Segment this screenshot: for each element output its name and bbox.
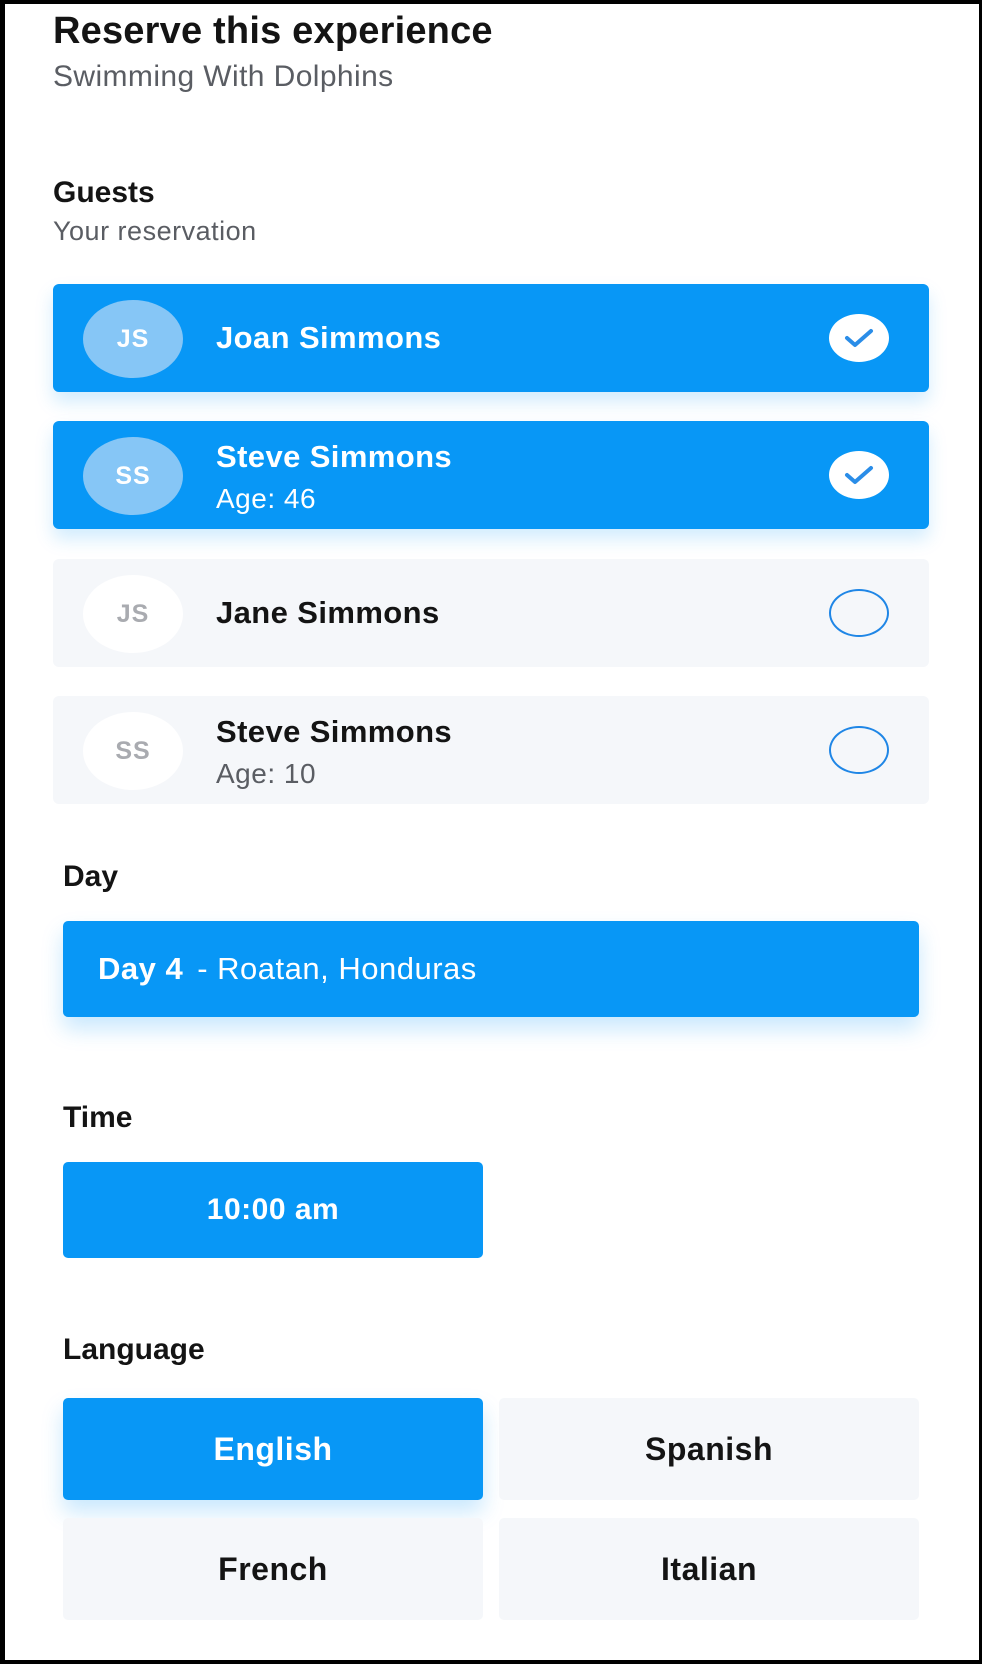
checkmark-icon[interactable] bbox=[829, 314, 889, 362]
experience-name: Swimming With Dolphins bbox=[53, 60, 394, 93]
avatar: JS bbox=[83, 300, 183, 378]
guest-name: Steve Simmons bbox=[216, 714, 453, 749]
guest-card-steve-simmons-46[interactable]: SS Steve Simmons Age: 46 bbox=[53, 421, 929, 529]
language-option-spanish[interactable]: Spanish bbox=[499, 1398, 919, 1500]
checkmark-icon[interactable] bbox=[829, 451, 889, 499]
guest-name: Steve Simmons bbox=[216, 439, 453, 474]
guest-card-jane-simmons[interactable]: JS Jane Simmons bbox=[53, 559, 929, 667]
reservation-screen: Reserve this experience Swimming With Do… bbox=[4, 4, 980, 1660]
empty-circle-icon[interactable] bbox=[829, 726, 889, 774]
language-option-italian[interactable]: Italian bbox=[499, 1518, 919, 1620]
language-option-french[interactable]: French bbox=[63, 1518, 483, 1620]
time-option-button[interactable]: 10:00 am bbox=[63, 1162, 483, 1258]
empty-circle-icon[interactable] bbox=[829, 589, 889, 637]
day-location: - Roatan, Honduras bbox=[197, 951, 477, 986]
page-title: Reserve this experience bbox=[53, 10, 493, 52]
guest-name: Jane Simmons bbox=[216, 595, 440, 630]
day-heading: Day bbox=[63, 860, 119, 893]
guests-heading: Guests bbox=[53, 176, 155, 209]
day-selector-button[interactable]: Day 4 - Roatan, Honduras bbox=[63, 921, 919, 1017]
language-option-english[interactable]: English bbox=[63, 1398, 483, 1500]
guest-card-joan-simmons[interactable]: JS Joan Simmons bbox=[53, 284, 929, 392]
guest-name: Joan Simmons bbox=[216, 320, 442, 355]
avatar: SS bbox=[83, 712, 183, 790]
time-heading: Time bbox=[63, 1101, 133, 1134]
avatar: JS bbox=[83, 575, 183, 653]
device-frame: Reserve this experience Swimming With Do… bbox=[0, 0, 982, 1664]
guest-age: Age: 10 bbox=[216, 758, 317, 789]
language-heading: Language bbox=[63, 1333, 205, 1366]
day-number: Day 4 bbox=[98, 951, 184, 986]
avatar: SS bbox=[83, 437, 183, 515]
guest-card-steve-simmons-10[interactable]: SS Steve Simmons Age: 10 bbox=[53, 696, 929, 804]
guests-subheading: Your reservation bbox=[53, 216, 257, 246]
guest-age: Age: 46 bbox=[216, 483, 317, 514]
